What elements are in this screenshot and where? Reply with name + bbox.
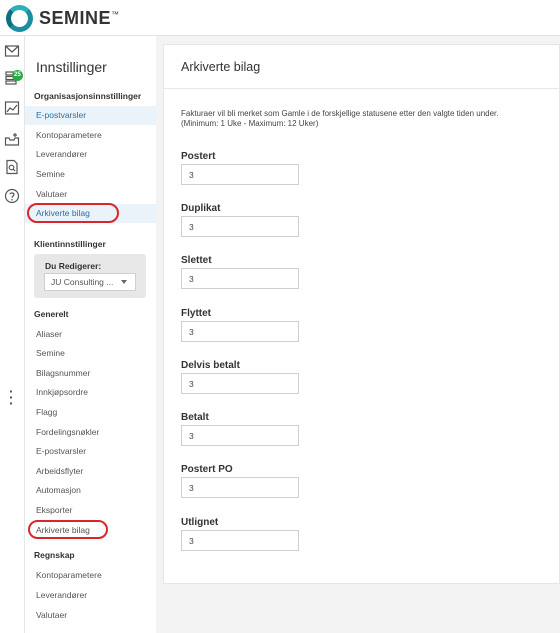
icon-rail: 25 · · ·	[0, 36, 25, 633]
logo-ring-icon	[6, 5, 33, 32]
sidebar-item-flags[interactable]: Flagg	[25, 403, 156, 422]
sidebar-item-accounting-account-parameters[interactable]: Kontoparametere	[25, 566, 156, 585]
editor-label: Du Redigerer:	[45, 261, 102, 271]
mail-icon[interactable]	[4, 43, 20, 59]
sidebar-item-export[interactable]: Eksporter	[25, 501, 156, 520]
field-label-cleared: Utlignet	[181, 517, 219, 528]
field-label-paid: Betalt	[181, 412, 209, 423]
sidebar-item-workflows[interactable]: Arbeidsflyter	[25, 462, 156, 481]
field-label-posted: Postert	[181, 151, 216, 162]
sidebar-item-aliases[interactable]: Aliaser	[25, 325, 156, 344]
deleted-input[interactable]	[181, 268, 299, 289]
title-divider	[164, 88, 560, 89]
notification-badge: 25	[12, 70, 23, 81]
sidebar-item-org-suppliers[interactable]: Leverandører	[25, 145, 156, 164]
field-label-duplicate: Duplikat	[181, 203, 221, 214]
main-panel: Arkiverte bilag Fakturaer vil bli merket…	[163, 44, 560, 584]
partially-paid-input[interactable]	[181, 373, 299, 394]
sidebar-item-purchase-order[interactable]: Innkjøpsordre	[25, 383, 156, 402]
org-settings-heading: Organisasjonsinnstillinger	[34, 91, 142, 101]
sidebar-item-email-alerts[interactable]: E-postvarsler	[25, 442, 156, 461]
inbox-icon[interactable]	[4, 131, 20, 147]
field-label-partially-paid: Delvis betalt	[181, 360, 240, 371]
client-select[interactable]: JU Consulting ...	[44, 273, 136, 291]
sidebar-item-org-account-parameters[interactable]: Kontoparametere	[25, 126, 156, 145]
logo-text: SEMINE™	[39, 8, 120, 28]
sidebar-item-org-currencies[interactable]: Valutaer	[25, 185, 156, 204]
moved-input[interactable]	[181, 321, 299, 342]
sidebar-item-automation[interactable]: Automasjon	[25, 481, 156, 500]
settings-sidebar: Innstillinger Organisasjonsinnstillinger…	[25, 36, 156, 633]
accounting-group-heading: Regnskap	[34, 550, 75, 560]
posted-input[interactable]	[181, 164, 299, 185]
field-label-posted-po: Postert PO	[181, 464, 233, 475]
semine-logo[interactable]: SEMINE™	[6, 5, 120, 32]
sidebar-item-org-email-alerts[interactable]: E-postvarsler	[25, 106, 156, 125]
sidebar-item-semine[interactable]: Semine	[25, 344, 156, 363]
client-editor-box: Du Redigerer: JU Consulting ...	[34, 254, 146, 298]
search-document-icon[interactable]	[4, 159, 20, 175]
sidebar-item-accounting-suppliers[interactable]: Leverandører	[25, 586, 156, 605]
sidebar-item-org-archived-vouchers[interactable]: Arkiverte bilag	[25, 204, 156, 223]
page-title: Arkiverte bilag	[181, 60, 261, 74]
sidebar-item-distribution-keys[interactable]: Fordelingsnøkler	[25, 423, 156, 442]
cleared-input[interactable]	[181, 530, 299, 551]
sidebar-item-accounting-currencies[interactable]: Valutaer	[25, 606, 156, 625]
client-settings-heading: Klientinnstillinger	[34, 239, 106, 249]
kebab-menu-icon[interactable]: · · ·	[9, 384, 14, 410]
chart-icon[interactable]	[4, 100, 20, 116]
chevron-down-icon	[121, 280, 127, 284]
sidebar-item-org-semine[interactable]: Semine	[25, 165, 156, 184]
sidebar-item-voucher-number[interactable]: Bilagsnummer	[25, 364, 156, 383]
field-label-moved: Flyttet	[181, 308, 211, 319]
sidebar-item-archived-vouchers[interactable]: Arkiverte bilag	[25, 521, 156, 540]
posted-po-input[interactable]	[181, 477, 299, 498]
general-group-heading: Generelt	[34, 309, 69, 319]
duplicate-input[interactable]	[181, 216, 299, 237]
description: Fakturaer vil bli merket som Gamle i de …	[181, 109, 499, 128]
field-label-deleted: Slettet	[181, 255, 212, 266]
top-bar: SEMINE™	[0, 0, 560, 36]
paid-input[interactable]	[181, 425, 299, 446]
sidebar-title: Innstillinger	[36, 59, 107, 75]
help-icon[interactable]	[4, 188, 20, 204]
